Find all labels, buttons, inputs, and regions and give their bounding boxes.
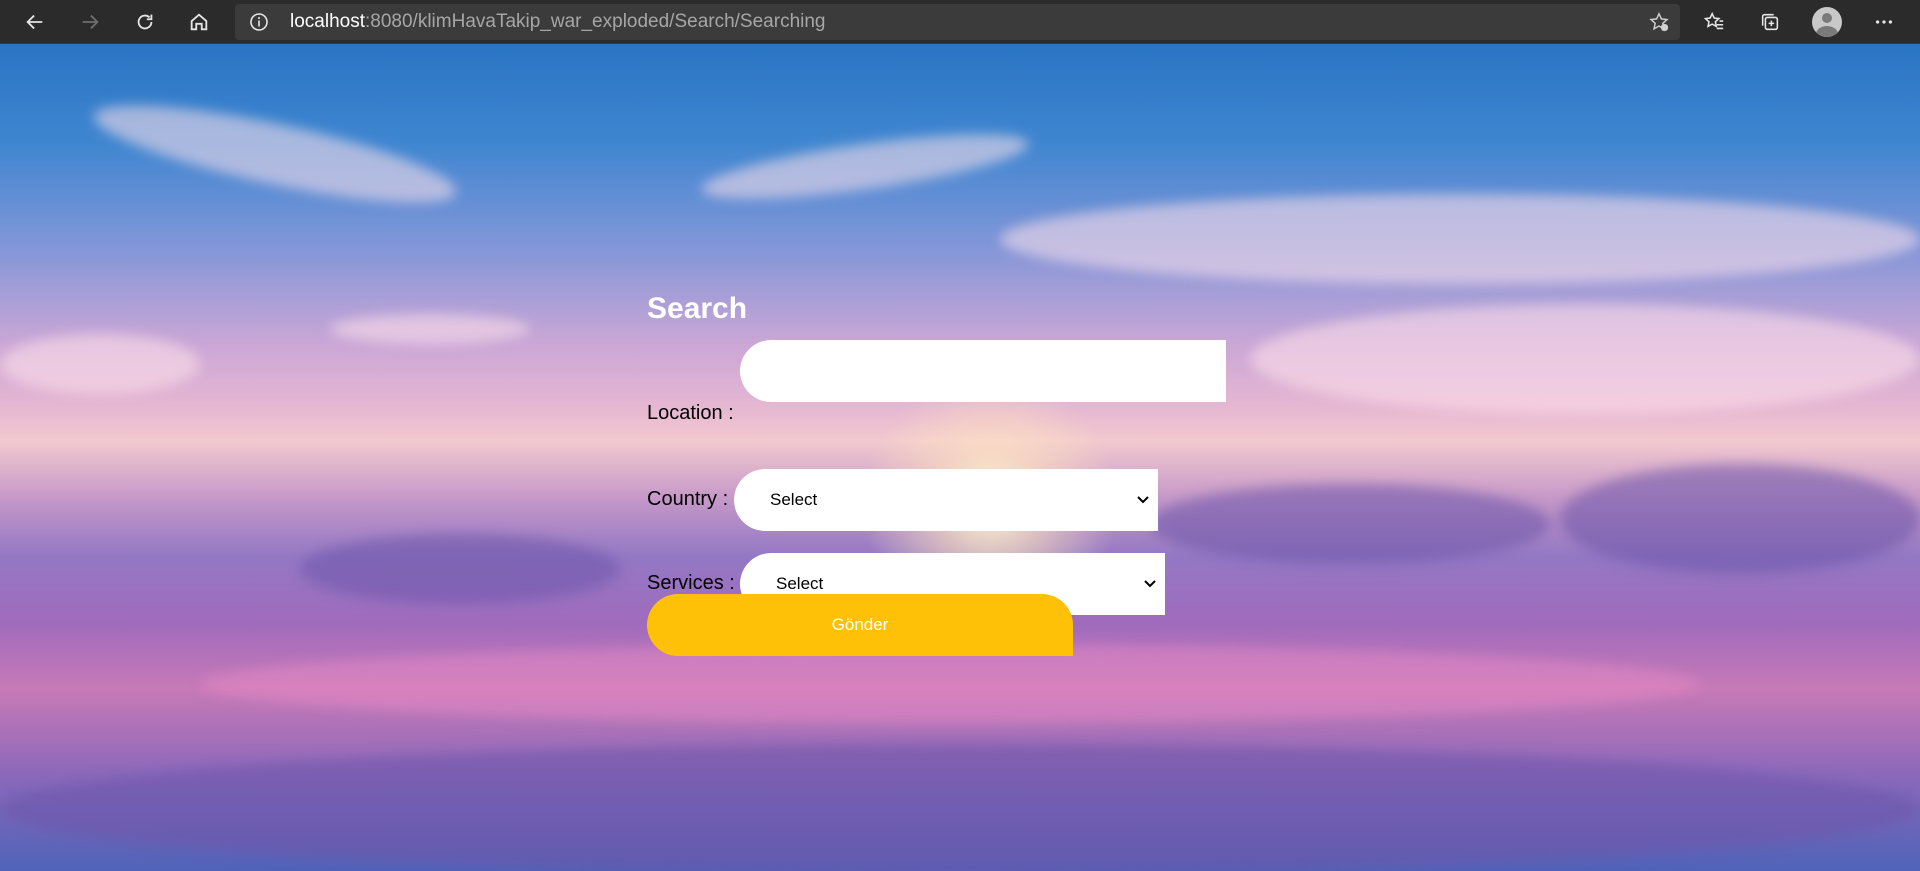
- background-cloud-dark: [1150, 484, 1550, 564]
- collections-icon[interactable]: [1754, 6, 1786, 38]
- forward-icon[interactable]: [74, 6, 106, 38]
- refresh-icon[interactable]: [129, 6, 161, 38]
- location-input[interactable]: [740, 340, 1226, 402]
- background-cloud: [698, 121, 1032, 212]
- profile-avatar[interactable]: [1812, 7, 1842, 37]
- page-viewport: [0, 44, 1920, 871]
- background-cloud-dark: [300, 534, 620, 604]
- chevron-down-icon: [1144, 580, 1156, 588]
- avatar-head: [1822, 13, 1832, 23]
- background-cloud: [1250, 304, 1920, 414]
- background-cloud: [1000, 194, 1920, 284]
- background-cloud: [200, 644, 1700, 724]
- more-icon[interactable]: [1868, 6, 1900, 38]
- background-cloud: [87, 86, 463, 222]
- country-label: Country :: [647, 488, 729, 510]
- url-path: :8080/klimHavaTakip_war_exploded/Search/…: [365, 11, 826, 32]
- chevron-down-icon: [1137, 496, 1149, 504]
- services-label: Services :: [647, 572, 735, 594]
- location-label: Location :: [647, 402, 734, 424]
- country-select[interactable]: Select: [734, 469, 1158, 531]
- country-select-value: Select: [770, 490, 818, 509]
- services-select-value: Select: [776, 574, 824, 593]
- url-text: localhost:8080/klimHavaTakip_war_explode…: [290, 12, 826, 32]
- favorites-icon[interactable]: [1698, 6, 1730, 38]
- background-cloud: [330, 314, 530, 344]
- search-title: Search: [647, 292, 748, 325]
- background-cloud-dark: [0, 744, 1920, 871]
- info-icon[interactable]: [249, 12, 269, 32]
- address-bar[interactable]: localhost:8080/klimHavaTakip_war_explode…: [235, 4, 1680, 40]
- browser-toolbar: localhost:8080/klimHavaTakip_war_explode…: [0, 0, 1920, 44]
- back-icon[interactable]: [19, 6, 51, 38]
- background-cloud: [0, 334, 200, 394]
- url-host: localhost: [290, 11, 365, 32]
- favorite-add-icon[interactable]: [1648, 11, 1670, 33]
- submit-button[interactable]: Gönder: [647, 594, 1073, 656]
- background-cloud-dark: [1560, 464, 1920, 574]
- home-icon[interactable]: [183, 6, 215, 38]
- avatar-body: [1816, 26, 1838, 37]
